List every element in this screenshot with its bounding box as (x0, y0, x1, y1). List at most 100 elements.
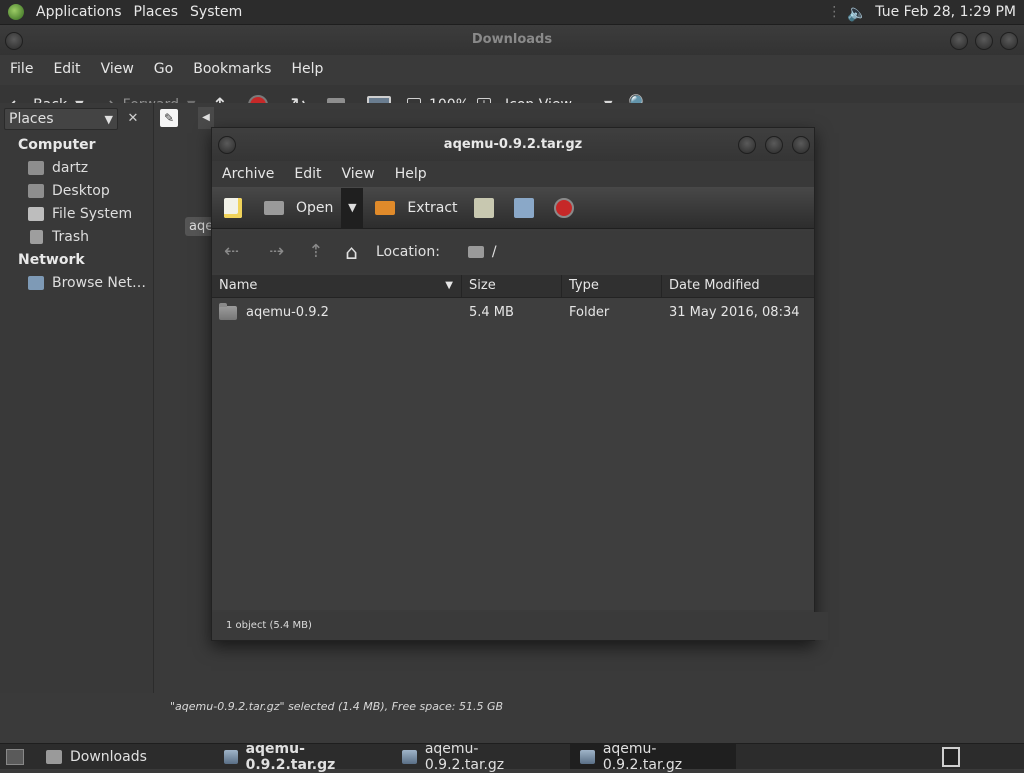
table-row[interactable]: aqemu-0.9.2 5.4 MB Folder 31 May 2016, 0… (212, 298, 814, 328)
sidebar-item-browse-network[interactable]: Browse Net… (28, 275, 146, 291)
column-header-date-modified[interactable]: Date Modified (662, 275, 814, 297)
maximize-button[interactable] (765, 136, 783, 154)
sidebar-item-dartz[interactable]: dartz (28, 160, 88, 176)
extract-label: Extract (407, 199, 458, 216)
add-folder-icon[interactable] (513, 197, 534, 218)
forward-arrow-icon[interactable]: ⇢ (269, 243, 284, 261)
system-menu[interactable]: System (184, 0, 248, 24)
location-path-text: / (491, 244, 497, 260)
sidebar-item-label: dartz (52, 160, 89, 176)
menubar: Archive Edit View Help (212, 161, 814, 187)
panel-separator-handle[interactable]: ⋮ (827, 4, 841, 20)
menu-view[interactable]: View (91, 61, 144, 77)
network-icon (28, 276, 44, 290)
titlebar[interactable]: Downloads (0, 25, 1024, 55)
sidebar-heading-network: Network (18, 252, 85, 268)
menu-archive[interactable]: Archive (212, 166, 284, 182)
task-button-downloads[interactable]: Downloads (36, 744, 202, 769)
status-bar: "aqemu-0.9.2.tar.gz" selected (1.4 MB), … (170, 700, 504, 713)
menu-help[interactable]: Help (385, 166, 437, 182)
table-cell-type: Folder (569, 305, 610, 320)
archive-toolbar: Open ▼ Extract (212, 187, 814, 229)
menu-go[interactable]: Go (144, 61, 183, 77)
minimize-button[interactable] (950, 32, 968, 50)
status-bar: 1 object (5.4 MB) (212, 612, 828, 640)
sidebar-item-desktop[interactable]: Desktop (28, 183, 110, 199)
sidebar-places-select[interactable]: Places ▼ (4, 108, 118, 130)
column-name-label: Name (219, 278, 258, 293)
column-header-size[interactable]: Size (462, 275, 562, 297)
desktop-folder-icon (28, 184, 44, 198)
menu-edit[interactable]: Edit (284, 166, 331, 182)
sidebar: Places ▼ ✕ Computer dartz Desktop File S… (0, 103, 154, 693)
gnome-foot-icon[interactable] (8, 4, 24, 20)
location-path[interactable]: / (467, 244, 497, 260)
places-menu[interactable]: Places (128, 0, 185, 24)
menubar: File Edit View Go Bookmarks Help (0, 55, 1024, 83)
path-scroll-left-button[interactable]: ◀ (198, 107, 214, 129)
column-header-type[interactable]: Type (562, 275, 662, 297)
close-button[interactable] (1000, 32, 1018, 50)
archive-icon (580, 749, 595, 764)
location-label: Location: (375, 244, 440, 260)
titlebar[interactable]: aqemu-0.9.2.tar.gz (212, 128, 814, 161)
file-list: aqemu-0.9.2 5.4 MB Folder 31 May 2016, 0… (212, 298, 814, 610)
sidebar-selector-label: Places (9, 111, 54, 127)
sidebar-item-label: Desktop (52, 183, 110, 199)
edit-location-icon[interactable]: ✎ (160, 109, 178, 127)
task-label: Downloads (70, 748, 147, 765)
maximize-button[interactable] (975, 32, 993, 50)
location-bar: ⇠ ⇢ ⇡ ⌂ Location: / (212, 231, 814, 273)
speaker-icon[interactable]: 🔈 (847, 3, 867, 22)
archive-icon (402, 749, 417, 764)
task-button-archive-2[interactable]: aqemu-0.9.2.tar.gz (392, 741, 558, 773)
new-archive-icon[interactable] (224, 197, 242, 218)
open-button[interactable]: Open (264, 200, 341, 216)
close-button[interactable] (792, 136, 810, 154)
archive-manager-window: aqemu-0.9.2.tar.gz Archive Edit View Hel… (211, 127, 828, 641)
archive-icon (224, 749, 238, 764)
menu-help[interactable]: Help (281, 61, 333, 77)
add-files-icon[interactable] (473, 197, 494, 218)
open-folder-icon (264, 200, 284, 215)
open-dropdown-button[interactable]: ▼ (341, 187, 364, 228)
row-name: aqemu-0.9.2 (246, 305, 329, 320)
up-icon[interactable]: ⇡ (308, 243, 323, 261)
menu-bookmarks[interactable]: Bookmarks (183, 61, 281, 77)
show-desktop-icon[interactable] (6, 748, 24, 765)
trash-icon (30, 230, 43, 244)
task-button-archive-3[interactable]: aqemu-0.9.2.tar.gz (570, 741, 736, 773)
extract-icon (375, 200, 396, 215)
menu-edit[interactable]: Edit (43, 61, 90, 77)
close-icon[interactable]: ✕ (123, 108, 143, 130)
chevron-down-icon: ▼ (104, 112, 113, 126)
file-list-header: Name ▼ Size Type Date Modified (212, 275, 814, 298)
column-header-name[interactable]: Name ▼ (212, 275, 462, 297)
bottom-panel: Downloads aqemu-0.9.2.tar.gz aqemu-0.9.2… (0, 741, 1024, 773)
extract-button[interactable]: Extract (375, 200, 473, 216)
table-cell-size: 5.4 MB (469, 305, 514, 320)
sidebar-item-trash[interactable]: Trash (28, 229, 89, 245)
applications-menu[interactable]: Applications (30, 0, 128, 24)
workspace-switcher-icon[interactable] (942, 746, 960, 767)
sidebar-heading-computer: Computer (18, 137, 96, 153)
back-arrow-icon[interactable]: ⇠ (224, 243, 239, 261)
minimize-button[interactable] (738, 136, 756, 154)
clock[interactable]: Tue Feb 28, 1:29 PM (875, 4, 1016, 20)
sort-descending-icon: ▼ (445, 280, 453, 291)
sidebar-item-label: Trash (52, 229, 89, 245)
menu-file[interactable]: File (0, 61, 43, 77)
sidebar-item-label: File System (52, 206, 133, 222)
window-title: Downloads (471, 32, 553, 47)
stop-icon[interactable] (553, 197, 574, 218)
task-button-archive-1[interactable]: aqemu-0.9.2.tar.gz (214, 741, 382, 773)
folder-icon (467, 246, 484, 258)
open-label: Open (296, 199, 334, 216)
menu-view[interactable]: View (332, 166, 385, 182)
sidebar-item-file-system[interactable]: File System (28, 206, 132, 222)
home-folder-icon (28, 161, 44, 175)
table-cell-date-modified: 31 May 2016, 08:34 (669, 305, 800, 320)
home-icon[interactable]: ⌂ (345, 242, 358, 262)
folder-icon (219, 303, 237, 320)
window-title: aqemu-0.9.2.tar.gz (443, 137, 583, 152)
